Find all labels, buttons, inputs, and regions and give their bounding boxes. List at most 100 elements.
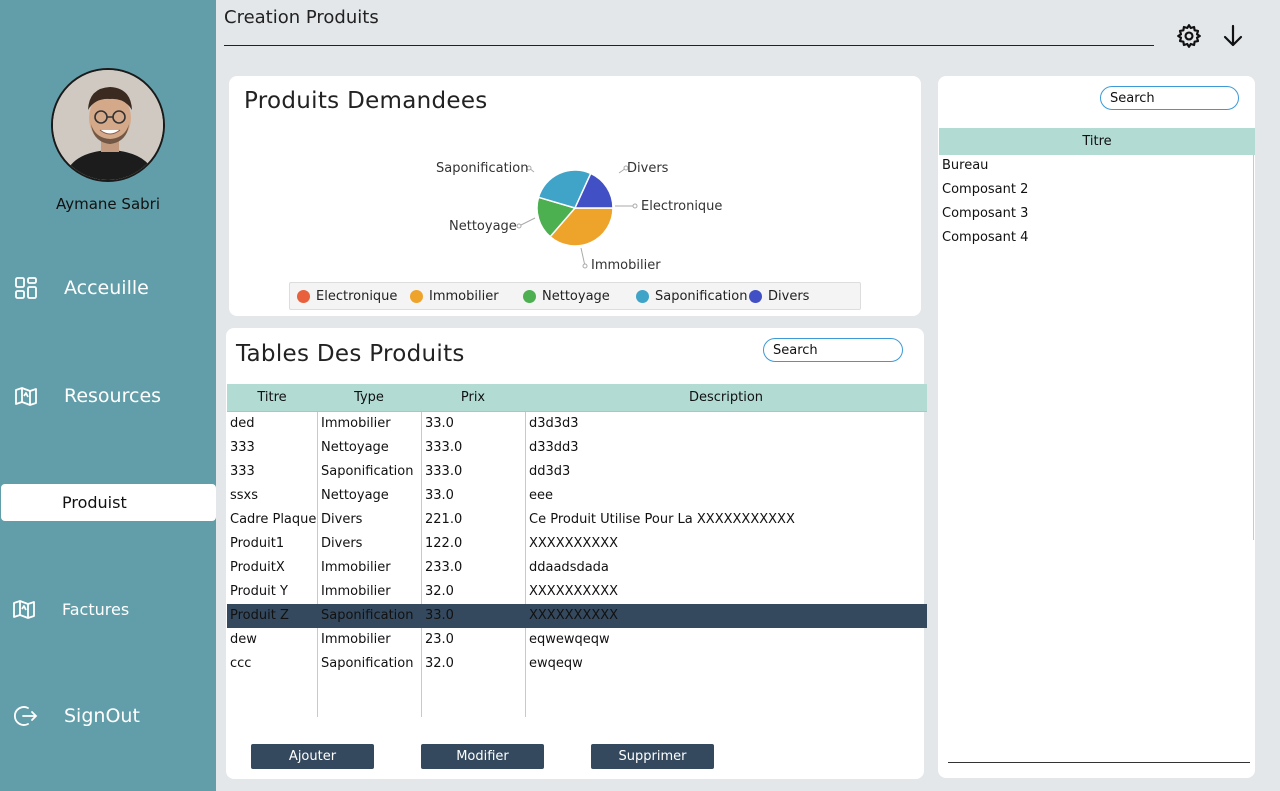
table-row[interactable]: ccc Saponification 32.0 ewqeqw — [227, 652, 927, 676]
right-panel: Titre Bureau Composant 2 Composant 3 Compos… — [938, 76, 1255, 778]
column-header-description[interactable]: Description — [525, 384, 927, 412]
legend-item: Nettoyage — [523, 289, 610, 304]
table-row[interactable]: ded Immobilier 33.0 d3d3d3 — [227, 412, 927, 436]
right-search-input[interactable] — [1100, 86, 1239, 110]
column-header-prix[interactable]: Prix — [421, 384, 525, 412]
table-cell: 333 — [230, 440, 255, 455]
table-header: Titre Type Prix Description — [227, 384, 927, 412]
table-cell: ewqeqw — [529, 656, 583, 671]
table-cell: 122.0 — [425, 536, 463, 551]
sidebar-item-produist[interactable]: Produist — [1, 484, 216, 521]
sidebar-item-label: SignOut — [64, 705, 140, 727]
table-row[interactable]: 333 Nettoyage 333.0 d33dd3 — [227, 436, 927, 460]
leader-dot — [582, 263, 588, 269]
table-row[interactable]: Produit Y Immobilier 32.0 XXXXXXXXXX — [227, 580, 927, 604]
column-header-titre[interactable]: Titre — [227, 384, 317, 412]
table-search-input[interactable] — [763, 338, 903, 362]
table-cell: dd3d3 — [529, 464, 571, 479]
table-cell: Immobilier — [321, 584, 391, 599]
table-cell: 233.0 — [425, 560, 463, 575]
sidebar-item-factures[interactable]: Factures — [0, 589, 216, 629]
table-cell: Ce Produit Utilise Pour La XXXXXXXXXXX — [529, 512, 795, 527]
table-cell: 333 — [230, 464, 255, 479]
leader-dot — [632, 203, 638, 209]
list-item[interactable]: Composant 4 — [942, 230, 1028, 245]
table-cell: Nettoyage — [321, 440, 389, 455]
table-row[interactable]: Produit1 Divers 122.0 XXXXXXXXXX — [227, 532, 927, 556]
table-row[interactable]: dew Immobilier 23.0 eqwewqeqw — [227, 628, 927, 652]
table-row[interactable]: ssxs Nettoyage 33.0 eee — [227, 484, 927, 508]
leader-line — [580, 247, 586, 267]
sidebar: Aymane Sabri Acceuille Resources Produis… — [0, 0, 216, 791]
table-cell: 33.0 — [425, 608, 454, 623]
sidebar-item-label: Produist — [62, 493, 127, 512]
table-cell: XXXXXXXXXX — [529, 584, 619, 599]
table-row[interactable]: Produit Z Saponification 33.0 XXXXXXXXXX — [227, 604, 927, 628]
table-cell: Immobilier — [321, 416, 391, 431]
sidebar-item-label: Acceuille — [64, 277, 149, 299]
table-cell: Saponification — [321, 608, 414, 623]
table-cell: Saponification — [321, 464, 414, 479]
table-cell: ssxs — [230, 488, 259, 503]
table-cell: XXXXXXXXXX — [529, 608, 619, 623]
table-cell: Saponification — [321, 656, 414, 671]
title-divider — [224, 45, 1154, 46]
gear-icon[interactable] — [1175, 22, 1203, 50]
list-item[interactable]: Composant 2 — [942, 182, 1028, 197]
pie-label-electronique: Electronique — [641, 199, 723, 214]
table-cell: dew — [230, 632, 257, 647]
table-row[interactable]: 333 Saponification 333.0 dd3d3 — [227, 460, 927, 484]
sidebar-item-signout[interactable]: SignOut — [0, 696, 216, 736]
legend-item: Divers — [749, 289, 809, 304]
user-name: Aymane Sabri — [56, 195, 160, 213]
panel-divider — [948, 762, 1250, 763]
list-item[interactable]: Bureau — [942, 158, 988, 173]
table-card-title: Tables Des Produits — [236, 341, 465, 367]
add-button[interactable]: Ajouter — [251, 744, 374, 769]
table-cell: d3d3d3 — [529, 416, 579, 431]
map-icon — [14, 384, 38, 408]
signout-icon — [14, 704, 38, 728]
table-cell: Produit1 — [230, 536, 285, 551]
avatar — [51, 68, 165, 182]
legend-item: Electronique — [297, 289, 397, 304]
column-header-type[interactable]: Type — [317, 384, 421, 412]
page-title: Creation Produits — [224, 7, 379, 28]
table-cell: eee — [529, 488, 553, 503]
table-cell: Nettoyage — [321, 488, 389, 503]
table-card: Tables Des Produits Titre Type Prix Desc… — [226, 328, 927, 779]
pie-label-saponification: Saponification — [436, 161, 529, 176]
table-cell: 32.0 — [425, 656, 454, 671]
table-cell: 23.0 — [425, 632, 454, 647]
table-cell: Divers — [321, 536, 363, 551]
table-cell: ccc — [230, 656, 252, 671]
table-row[interactable]: ProduitX Immobilier 233.0 ddaadsdada — [227, 556, 927, 580]
pie-label-immobilier: Immobilier — [591, 258, 661, 273]
delete-button[interactable]: Supprimer — [591, 744, 714, 769]
table-cell: Immobilier — [321, 632, 391, 647]
table-cell: d33dd3 — [529, 440, 579, 455]
list-item[interactable]: Composant 3 — [942, 206, 1028, 221]
table-cell: Produit Y — [230, 584, 288, 599]
table-cell: Divers — [321, 512, 363, 527]
table-row[interactable]: Cadre Plaque Divers 221.0 Ce Produit Utilis… — [227, 508, 927, 532]
arrow-down-icon[interactable] — [1219, 22, 1247, 50]
leader-dot — [516, 223, 522, 229]
legend-item: Immobilier — [410, 289, 499, 304]
list-divider — [1253, 155, 1254, 540]
table-cell: 32.0 — [425, 584, 454, 599]
table-cell: ded — [230, 416, 255, 431]
table-cell: Immobilier — [321, 560, 391, 575]
table-cell: 221.0 — [425, 512, 463, 527]
table-cell: Produit Z — [230, 608, 289, 623]
edit-button[interactable]: Modifier — [421, 744, 544, 769]
sidebar-item-label: Resources — [64, 385, 162, 407]
table-cell: 333.0 — [425, 440, 463, 455]
legend-item: Saponification — [636, 289, 747, 304]
sidebar-item-acceuille[interactable]: Acceuille — [0, 268, 216, 308]
pie-card-title: Produits Demandees — [244, 88, 488, 114]
sidebar-item-resources[interactable]: Resources — [0, 376, 216, 416]
pie-card: Produits Demandees Saponification Divers… — [229, 76, 921, 316]
column-header-titre[interactable]: Titre — [939, 128, 1255, 155]
table-cell: Cadre Plaque — [230, 512, 317, 527]
